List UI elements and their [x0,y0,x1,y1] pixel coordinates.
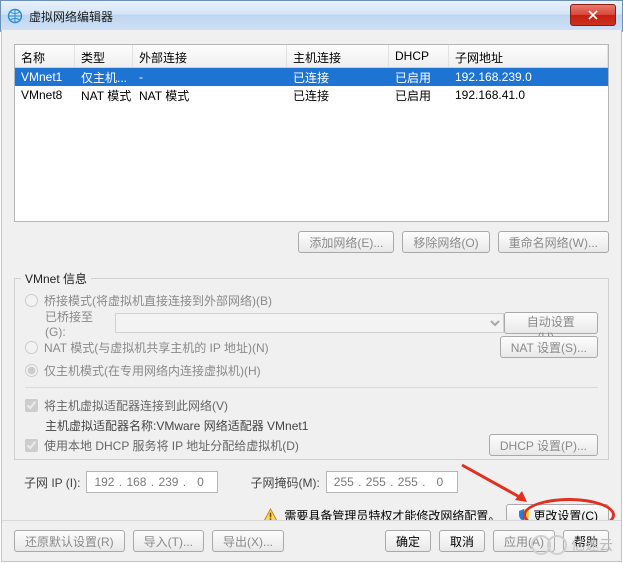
export-button[interactable]: 导出(X)... [212,530,284,552]
rename-network-button[interactable]: 重命名网络(W)... [498,231,609,253]
cell-dhcp: 已启用 [389,68,449,87]
check-dhcp[interactable] [25,439,38,452]
radio-hostonly-row: 仅主机模式(在专用网络内连接虚拟机)(H) [25,359,598,381]
adapter-name: VMware 网络适配器 VMnet1 [156,417,308,434]
restore-defaults-button[interactable]: 还原默认设置(R) [14,530,125,552]
apply-button[interactable]: 应用(A) [493,530,555,552]
cell-type: 仅主机... [75,68,133,87]
radio-nat[interactable] [25,341,38,354]
app-icon [7,8,23,24]
cell-name: VMnet1 [15,69,75,85]
group-legend: VMnet 信息 [21,270,91,287]
cell-host: 已连接 [287,68,389,87]
title-bar: 虚拟网络编辑器 [0,0,623,32]
cell-ext: NAT 模式 [133,86,287,105]
close-icon [588,10,598,20]
subnet-mask-label: 子网掩码(M): [250,474,319,491]
check-dhcp-row: 使用本地 DHCP 服务将 IP 地址分配给虚拟机(D) DHCP 设置(P).… [25,434,598,456]
dhcp-settings-button[interactable]: DHCP 设置(P)... [489,434,598,456]
col-type[interactable]: 类型 [75,45,133,67]
bottom-bar: 还原默认设置(R) 导入(T)... 导出(X)... 确定 取消 应用(A) … [2,520,621,561]
cell-subnet: 192.168.41.0 [449,87,608,103]
auto-settings-button[interactable]: 自动设置(U)... [504,312,599,334]
ok-button[interactable]: 确定 [385,530,431,552]
ip-oct: 192 [91,475,117,489]
col-name[interactable]: 名称 [15,45,75,67]
nat-settings-button[interactable]: NAT 设置(S)... [500,336,598,358]
check-dhcp-label: 使用本地 DHCP 服务将 IP 地址分配给虚拟机(D) [44,437,299,454]
table-body: VMnet1仅主机...-已连接已启用192.168.239.0VMnet8NA… [15,68,608,104]
help-button[interactable]: 帮助 [563,530,609,552]
check-connect-host-label: 将主机虚拟适配器连接到此网络(V) [44,397,228,414]
client-area: 名称 类型 外部连接 主机连接 DHCP 子网地址 VMnet1仅主机...-已… [1,30,622,562]
radio-hostonly-label: 仅主机模式(在专用网络内连接虚拟机)(H) [44,362,261,379]
radio-bridged[interactable] [25,294,38,307]
table-header: 名称 类型 外部连接 主机连接 DHCP 子网地址 [15,45,608,68]
col-subnet[interactable]: 子网地址 [449,45,608,67]
check-connect-host[interactable] [25,399,38,412]
table-row[interactable]: VMnet8NAT 模式NAT 模式已连接已启用192.168.41.0 [15,86,608,104]
window-title: 虚拟网络编辑器 [29,8,113,25]
window-root: 虚拟网络编辑器 名称 类型 外部连接 主机连接 DHCP 子网地址 VMnet1… [0,0,623,563]
adapter-label-prefix: 主机虚拟适配器名称: [45,417,156,434]
cell-ext: - [133,69,287,85]
network-table: 名称 类型 外部连接 主机连接 DHCP 子网地址 VMnet1仅主机...-已… [14,44,609,222]
subnet-ip-label: 子网 IP (I): [24,474,80,491]
cell-dhcp: 已启用 [389,86,449,105]
col-host[interactable]: 主机连接 [287,45,389,67]
col-dhcp[interactable]: DHCP [389,45,449,67]
cell-subnet: 192.168.239.0 [449,69,608,85]
ip-oct: 168 [123,475,149,489]
close-button[interactable] [570,4,616,26]
subnet-row: 子网 IP (I): 192. 168. 239. 0 子网掩码(M): 255… [24,470,609,494]
bridged-to-select[interactable] [115,313,503,333]
table-buttons: 添加网络(E)... 移除网络(O) 重命名网络(W)... [14,228,609,256]
mask-oct: 0 [427,475,453,489]
bridged-to-row: 已桥接至(G): 自动设置(U)... [45,311,598,335]
adapter-name-line: 主机虚拟适配器名称: VMware 网络适配器 VMnet1 [45,416,598,434]
col-ext[interactable]: 外部连接 [133,45,287,67]
cell-type: NAT 模式 [75,86,133,105]
radio-bridged-label: 桥接模式(将虚拟机直接连接到外部网络)(B) [44,292,272,309]
import-button[interactable]: 导入(T)... [133,530,204,552]
check-connect-host-row: 将主机虚拟适配器连接到此网络(V) [25,394,598,416]
mask-oct: 255 [363,475,389,489]
ip-oct: 0 [187,475,213,489]
bridged-to-label: 已桥接至(G): [45,308,112,339]
cancel-button[interactable]: 取消 [439,530,485,552]
mask-oct: 255 [395,475,421,489]
radio-nat-label: NAT 模式(与虚拟机共享主机的 IP 地址)(N) [44,339,269,356]
cell-name: VMnet8 [15,87,75,103]
subnet-ip-input[interactable]: 192. 168. 239. 0 [86,471,218,493]
radio-hostonly[interactable] [25,364,38,377]
subnet-mask-input[interactable]: 255. 255. 255. 0 [326,471,458,493]
ip-oct: 239 [155,475,181,489]
vmnet-info-group: VMnet 信息 桥接模式(将虚拟机直接连接到外部网络)(B) 已桥接至(G):… [14,278,609,460]
mask-oct: 255 [331,475,357,489]
remove-network-button[interactable]: 移除网络(O) [402,231,489,253]
cell-host: 已连接 [287,86,389,105]
add-network-button[interactable]: 添加网络(E)... [298,231,394,253]
separator [25,387,598,388]
radio-nat-row: NAT 模式(与虚拟机共享主机的 IP 地址)(N) NAT 设置(S)... [25,335,598,359]
table-row[interactable]: VMnet1仅主机...-已连接已启用192.168.239.0 [15,68,608,86]
